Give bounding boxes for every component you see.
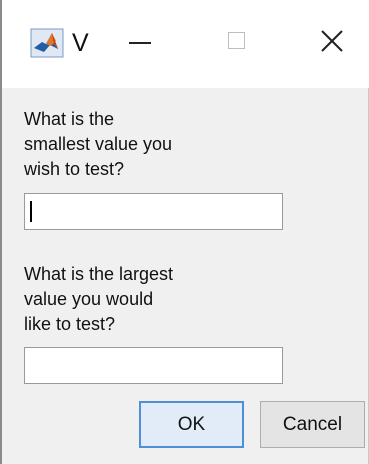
largest-value-input[interactable] (24, 347, 283, 384)
window-title: V (72, 29, 89, 57)
smallest-value-prompt: What is the smallest value you wish to t… (24, 109, 173, 179)
cancel-button[interactable]: Cancel (260, 401, 365, 448)
ok-button[interactable]: OK (139, 401, 244, 448)
smallest-value-input[interactable] (24, 193, 283, 230)
matlab-logo-icon (30, 28, 64, 58)
maximize-icon[interactable] (222, 20, 262, 64)
input-dialog-window: V What is the smallest value you wish to… (0, 0, 369, 464)
text-cursor (30, 201, 32, 222)
title-bar[interactable]: V (2, 0, 369, 88)
largest-value-prompt: What is the largest value you would like… (24, 264, 174, 334)
minimize-icon[interactable] (122, 20, 162, 64)
close-icon[interactable] (314, 20, 354, 64)
